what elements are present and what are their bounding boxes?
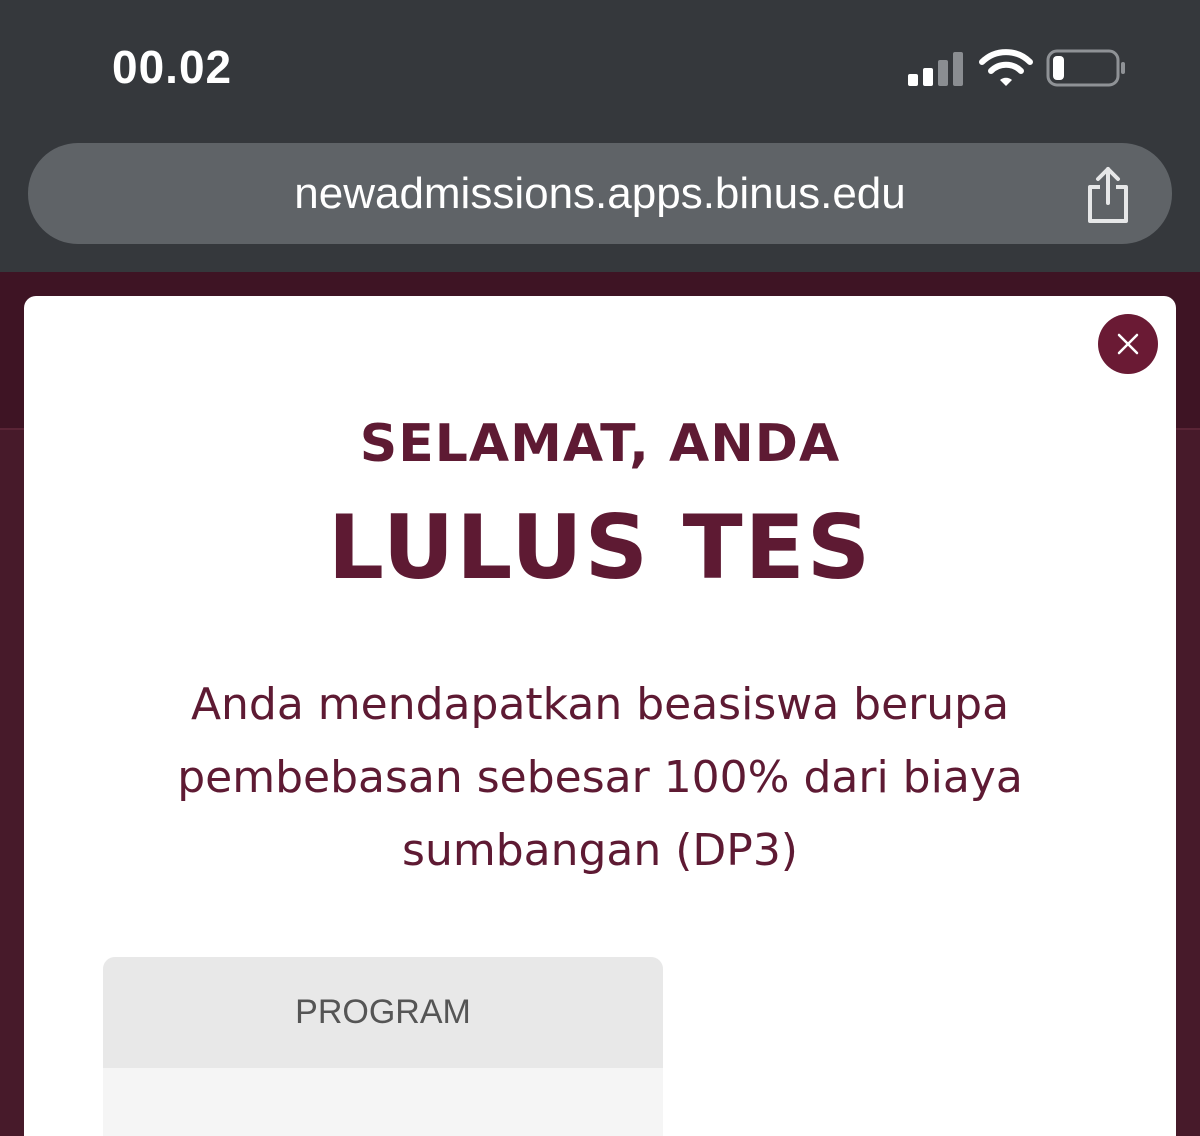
close-button[interactable] — [1098, 314, 1158, 374]
url-text[interactable]: newadmissions.apps.binus.edu — [28, 143, 1172, 244]
share-icon[interactable] — [1080, 165, 1136, 225]
cellular-signal-icon — [908, 50, 968, 86]
message-line: Anda mendapatkan beasiswa berupa — [190, 679, 1010, 730]
address-bar[interactable]: newadmissions.apps.binus.edu — [28, 143, 1172, 244]
program-card-header: PROGRAM — [103, 957, 663, 1068]
message-line: pembebasan sebesar 100% dari biaya — [177, 752, 1023, 803]
result-modal: SELAMAT, ANDA LULUS TES Anda mendapatkan… — [24, 296, 1176, 1136]
close-icon[interactable] — [1116, 332, 1140, 356]
message-line: sumbangan (DP3) — [402, 825, 798, 876]
wifi-icon — [979, 49, 1033, 86]
program-label: PROGRAM — [295, 993, 471, 1031]
browser-chrome: 00.02 newadmissions.apps.binus.edu — [0, 0, 1200, 272]
result-heading: LULUS TES — [327, 496, 873, 599]
battery-low-icon — [1046, 49, 1125, 87]
status-time: 00.02 — [112, 41, 233, 93]
scholarship-message: Anda mendapatkan beasiswa berupa pembeba… — [120, 668, 1080, 887]
congratulations-heading: SELAMAT, ANDA — [359, 414, 841, 474]
program-card: PROGRAM — [103, 957, 663, 1136]
